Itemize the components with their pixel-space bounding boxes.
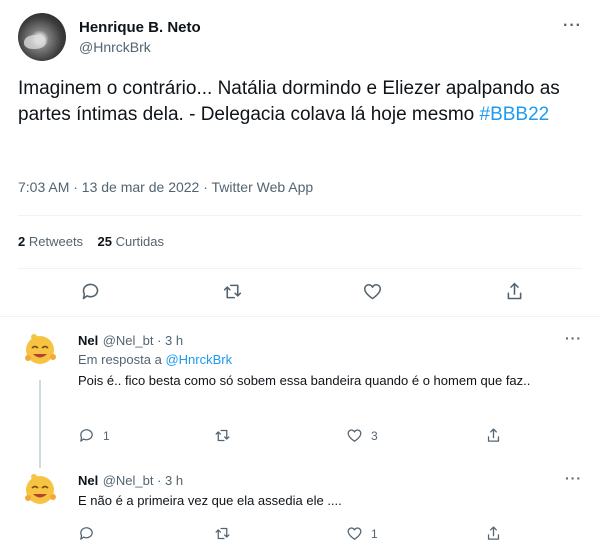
retweets-stat[interactable]: 2 Retweets	[18, 234, 83, 249]
like-icon	[363, 283, 381, 299]
reply-share-button[interactable]	[485, 427, 502, 444]
share-icon	[487, 526, 500, 540]
retweet-icon	[215, 527, 230, 540]
reply-more-icon[interactable]: ···	[565, 330, 582, 346]
reply-author-name[interactable]: Nel	[78, 473, 98, 488]
reply-button[interactable]	[77, 278, 103, 304]
retweet-button[interactable]	[219, 278, 245, 304]
reply-text: Pois é.. fico besta como só sobem essa b…	[78, 373, 531, 388]
hashtag-link[interactable]: #BBB22	[480, 104, 550, 125]
reply-header: Nel @Nel_bt · 3 h	[78, 332, 183, 350]
share-icon	[507, 282, 521, 299]
reply-more-icon[interactable]: ···	[565, 470, 582, 486]
reply-like-button[interactable]: 3	[346, 427, 378, 444]
more-options-icon[interactable]: ···	[563, 17, 582, 35]
reply-comment-button[interactable]: 1	[78, 427, 110, 444]
likes-stat[interactable]: 25 Curtidas	[98, 234, 165, 249]
share-button[interactable]	[501, 278, 527, 304]
reply-author-handle[interactable]: @Nel_bt · 3 h	[103, 333, 183, 348]
reply-to-line: Em resposta a @HnrckBrk	[78, 352, 233, 367]
reply-avatar[interactable]	[20, 330, 60, 370]
reply-comment-button[interactable]	[78, 525, 103, 542]
reply-retweet-button[interactable]	[214, 525, 231, 542]
reply-icon	[82, 283, 98, 299]
like-button[interactable]	[359, 278, 385, 304]
tweet-stats: 2 Retweets 25 Curtidas	[18, 234, 164, 249]
tweet-body: Imaginem o contrário... Natália dormindo…	[18, 78, 560, 125]
reply-like-button[interactable]: 1	[346, 525, 378, 542]
reply-avatar[interactable]	[20, 470, 60, 510]
reply-text: E não é a primeira vez que ela assedia e…	[78, 493, 342, 508]
divider	[0, 316, 600, 317]
tweet-timestamp[interactable]: 7:03 AM · 13 de mar de 2022 · Twitter We…	[18, 179, 313, 195]
reply-to-mention[interactable]: @HnrckBrk	[165, 352, 232, 367]
author-handle[interactable]: @HnrckBrk	[79, 39, 151, 55]
retweet-icon	[223, 284, 241, 298]
reply-count: 1	[103, 428, 110, 443]
like-icon	[347, 429, 362, 442]
like-count: 3	[371, 428, 378, 443]
tweet-text: Imaginem o contrário... Natália dormindo…	[18, 76, 578, 128]
retweet-icon	[215, 429, 230, 442]
reply-header: Nel @Nel_bt · 3 h	[78, 472, 183, 490]
reply-icon	[80, 429, 93, 442]
divider	[18, 268, 582, 269]
like-icon	[347, 527, 362, 540]
reply-share-button[interactable]	[485, 525, 502, 542]
divider	[18, 215, 582, 216]
thread-line	[39, 380, 41, 468]
emoji-avatar-icon	[25, 334, 56, 364]
emoji-avatar-icon	[25, 474, 56, 504]
author-avatar[interactable]	[18, 13, 66, 61]
reply-author-name[interactable]: Nel	[78, 333, 98, 348]
reply-icon	[80, 527, 93, 540]
like-count: 1	[371, 526, 378, 541]
reply-author-handle[interactable]: @Nel_bt · 3 h	[103, 473, 183, 488]
author-name[interactable]: Henrique B. Neto	[79, 19, 201, 36]
share-icon	[487, 428, 500, 442]
reply-retweet-button[interactable]	[214, 427, 231, 444]
